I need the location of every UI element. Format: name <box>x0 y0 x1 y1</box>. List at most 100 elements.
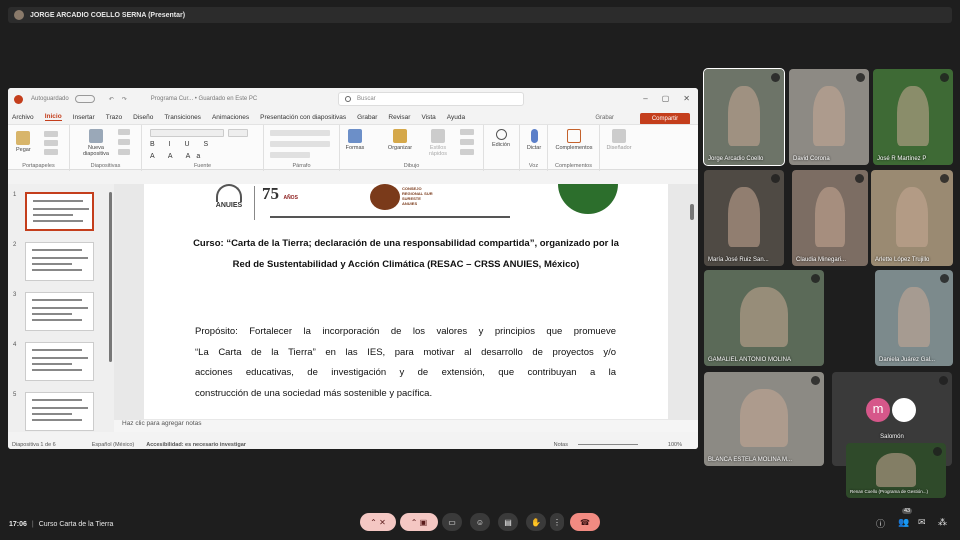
window-controls: – ▢ ✕ <box>643 94 690 103</box>
mic-button[interactable]: ⌃ ✕ <box>360 513 396 531</box>
format-painter-icon[interactable] <box>44 149 58 155</box>
slide-thumbnail[interactable] <box>25 292 94 331</box>
reset-icon[interactable] <box>118 139 130 145</box>
paste-button[interactable]: Pegar <box>16 131 31 153</box>
participant-tile[interactable]: José R Martínez P <box>873 69 953 165</box>
designer-button[interactable]: Diseñador <box>602 129 636 151</box>
maximize-icon[interactable]: ▢ <box>662 94 670 103</box>
participant-name: José R Martínez P <box>877 156 927 162</box>
thumbs-scrollbar[interactable] <box>109 192 112 362</box>
group-drawing: Formas Organizar Estilos rápidos Dibujo <box>340 125 484 171</box>
chat-icon[interactable]: ✉ <box>918 517 926 528</box>
info-icon[interactable]: ⓘ <box>876 517 885 530</box>
thumbnail-text-line <box>32 299 82 301</box>
ribbon-tab[interactable]: Transiciones <box>164 114 201 121</box>
outline-icon[interactable] <box>460 139 474 145</box>
group-label: Portapapeles <box>22 163 55 169</box>
status-notes[interactable]: Notas <box>554 442 568 448</box>
participant-tile[interactable]: Daniela Juárez Gal... <box>875 270 953 366</box>
minimize-icon[interactable]: – <box>643 94 647 103</box>
participant-tile[interactable]: Renan Coello (Programa de Gestión...) <box>846 443 946 498</box>
group-clipboard: Pegar Portapapeles <box>8 125 70 171</box>
thumbnail-text-line <box>32 413 72 415</box>
powerpoint-window[interactable]: Autoguardado ↶ ↷ Programa Cur... • Guard… <box>8 88 698 449</box>
activities-icon[interactable]: ⁂ <box>938 517 947 528</box>
captions-button[interactable]: ▭ <box>442 513 462 531</box>
notes-pane[interactable]: Haz clic para agregar notas <box>114 420 698 432</box>
participant-tile[interactable]: Jorge Arcadio Coello <box>703 68 785 166</box>
effects-icon[interactable] <box>460 149 474 155</box>
dictate-button[interactable]: Dictar <box>523 129 545 151</box>
font-color-buttons[interactable]: A A Aa <box>150 153 206 160</box>
search-box[interactable]: Buscar <box>338 92 524 106</box>
font-format-buttons[interactable]: B I U S <box>150 141 214 148</box>
thumbnail-number: 4 <box>13 342 17 348</box>
presenter-label: JORGE ARCADIO COELLO SERNA (Presentar) <box>30 11 186 19</box>
font-family-select[interactable] <box>150 129 224 137</box>
participant-tile[interactable]: David Corona <box>789 69 869 165</box>
close-icon[interactable]: ✕ <box>683 94 690 103</box>
fill-icon[interactable] <box>460 129 474 135</box>
slide-thumbnail[interactable] <box>25 242 94 281</box>
section-icon[interactable] <box>118 149 130 155</box>
editing-label: Edición <box>491 142 511 148</box>
ribbon-tab[interactable]: Insertar <box>73 114 95 121</box>
ribbon-tab[interactable]: Ayuda <box>447 114 465 121</box>
thumbnail-text-line <box>32 319 82 321</box>
participant-name: Salomón <box>880 434 904 440</box>
ribbon-tab[interactable]: Inicio <box>44 113 62 121</box>
slide-thumbnail[interactable] <box>25 192 94 231</box>
slide-canvas[interactable]: ANUIES 75 AÑOS CONSEJO REGIONAL SUR SURE… <box>144 184 668 419</box>
new-slide-button[interactable]: Nueva diapositiva <box>80 129 112 157</box>
participant-tile[interactable]: María José Ruiz San... <box>704 170 784 266</box>
direction-buttons[interactable] <box>270 152 310 158</box>
ribbon-tab[interactable]: Animaciones <box>212 114 249 121</box>
align-buttons[interactable] <box>270 141 330 147</box>
ribbon-tab[interactable]: Trazo <box>106 114 122 121</box>
camera-button[interactable]: ⌃ ▣ <box>400 513 438 531</box>
group-addins: Complementos Complementos <box>548 125 600 171</box>
status-language[interactable]: Español (México) <box>92 442 135 448</box>
undo-icon[interactable]: ↶ <box>109 96 114 103</box>
participant-tile[interactable]: Arlette López Trujillo <box>871 170 953 266</box>
zoom-slider[interactable] <box>578 444 638 445</box>
ribbon-tab[interactable]: Vista <box>421 114 435 121</box>
editing-button[interactable]: Edición <box>488 129 514 148</box>
avatar-logo <box>892 398 916 422</box>
ribbon-tab[interactable]: Diseño <box>133 114 153 121</box>
autosave-toggle[interactable] <box>74 95 95 103</box>
participant-tile[interactable]: GAMALIEL ANTONIO MOLINA <box>704 270 824 366</box>
raise-hand-button[interactable]: ✋ <box>526 513 546 531</box>
status-accessibility[interactable]: Accesibilidad: es necesario investigar <box>146 442 246 448</box>
slide-scrollbar[interactable] <box>690 204 694 220</box>
layout-icon[interactable] <box>118 129 130 135</box>
font-size-select[interactable] <box>228 129 248 137</box>
shapes-button[interactable]: Formas <box>342 129 368 151</box>
status-zoom[interactable]: 100% <box>668 442 682 448</box>
quick-styles-button[interactable]: Estilos rápidos <box>424 129 452 157</box>
emoji-button[interactable]: ☺ <box>470 513 490 531</box>
people-icon[interactable]: 👥 <box>898 517 909 528</box>
purpose-line: Propósito: Fortalecer la incorporación d… <box>195 326 616 337</box>
redo-icon[interactable]: ↷ <box>122 96 127 103</box>
participant-tile[interactable]: Claudia Minegari... <box>792 170 868 266</box>
dictate-label: Dictar <box>526 145 542 151</box>
more-options-button[interactable]: ⋮ <box>550 513 564 531</box>
ribbon-tab[interactable]: Revisar <box>388 114 410 121</box>
participant-tile[interactable]: BLANCA ESTELA MOLINA M... <box>704 372 824 466</box>
addins-button[interactable]: Complementos <box>550 129 598 151</box>
slide-thumbnail[interactable] <box>25 392 94 431</box>
slide-thumbnail[interactable] <box>25 342 94 381</box>
copy-icon[interactable] <box>44 140 58 146</box>
ribbon-tab[interactable]: Grabar <box>357 114 377 121</box>
present-button[interactable]: ▤ <box>498 513 518 531</box>
record-button[interactable]: Grabar <box>595 115 614 121</box>
list-buttons[interactable] <box>270 130 330 136</box>
cut-icon[interactable] <box>44 131 58 137</box>
hand-icon: ✋ <box>531 517 541 527</box>
ribbon-tab[interactable]: Archivo <box>12 114 34 121</box>
ribbon-tab[interactable]: Presentación con diapositivas <box>260 114 346 121</box>
leave-call-button[interactable]: ☎ <box>570 513 600 531</box>
arrange-button[interactable]: Organizar <box>386 129 414 151</box>
group-label: Diapositivas <box>90 163 121 169</box>
